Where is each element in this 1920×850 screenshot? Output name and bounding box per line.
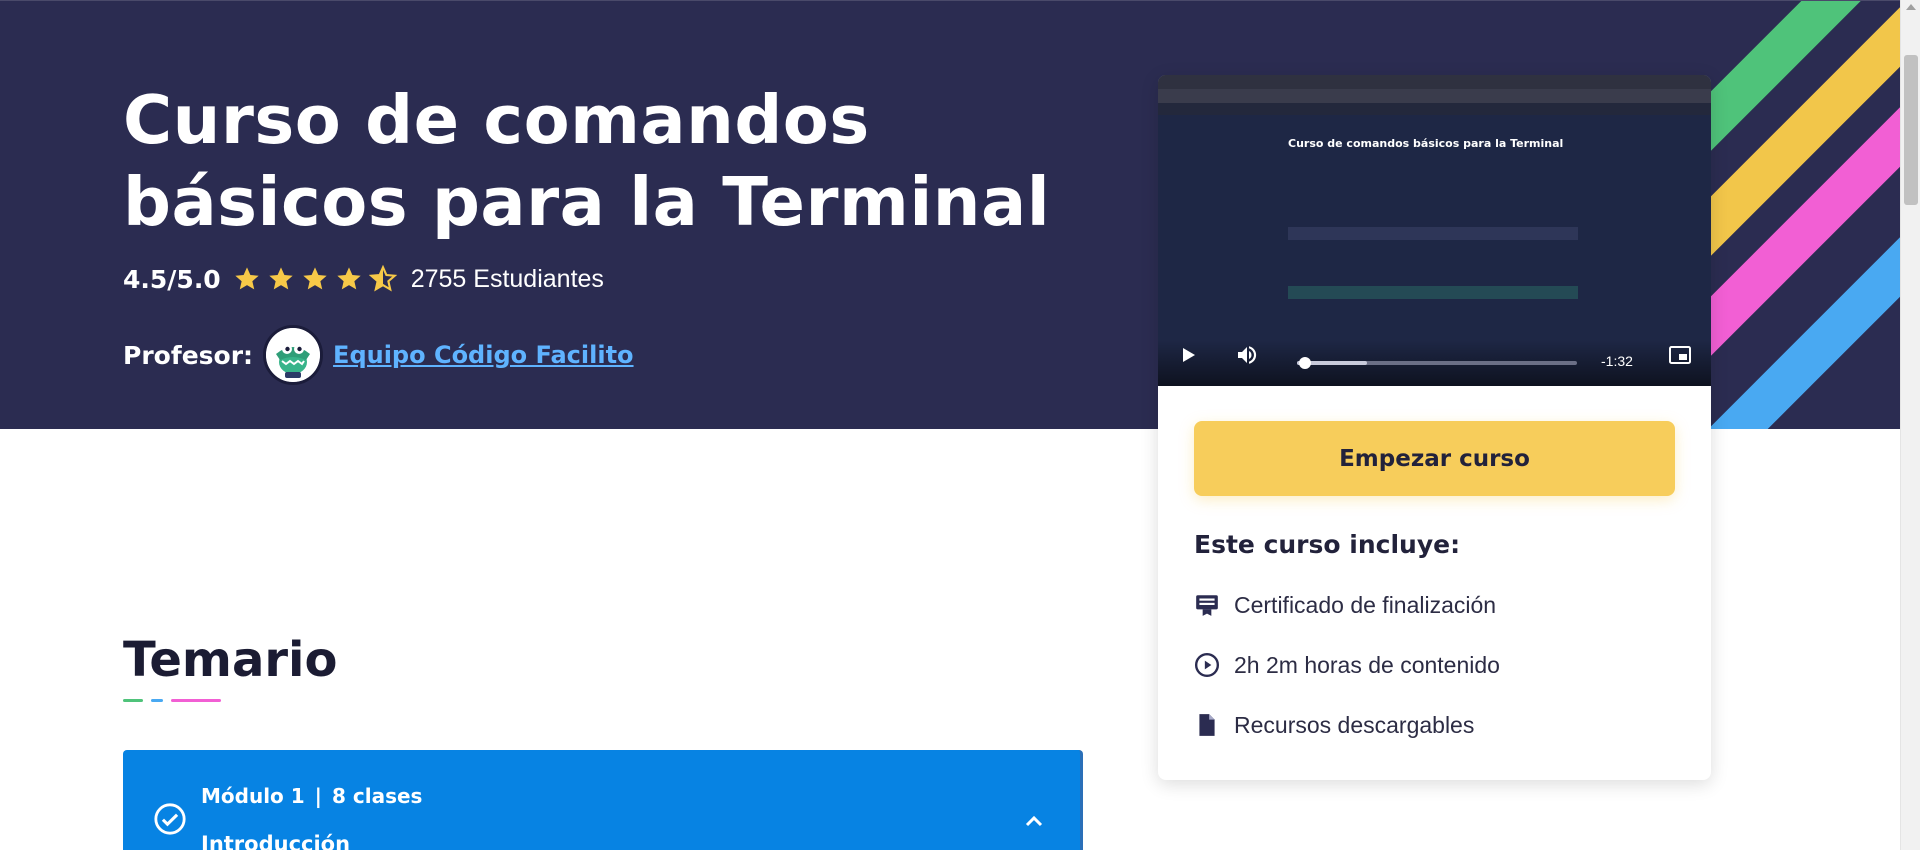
video-inner-title: Curso de comandos básicos para la Termin…: [1288, 137, 1564, 150]
underline-green: [123, 699, 143, 702]
module-classes: 8 clases: [331, 784, 423, 808]
include-item: Recursos descargables: [1194, 709, 1474, 741]
students-count: 2755 Estudiantes: [410, 264, 604, 293]
professor-row: Profesor: Equipo Código Facilito: [123, 325, 634, 385]
include-label: 2h 2m horas de contenido: [1234, 651, 1500, 678]
video-player[interactable]: Curso de comandos básicos para la Termin…: [1158, 75, 1711, 386]
play-icon[interactable]: [1176, 343, 1200, 367]
star-icon: [269, 267, 293, 290]
course-title: Curso de comandos básicos para la Termin…: [123, 81, 1051, 241]
star-half-icon: [368, 265, 397, 292]
video-inner-row: [1288, 227, 1578, 240]
star-icon: [303, 267, 327, 290]
video-browser-tabbar: [1158, 75, 1711, 89]
crocodile-mascot-icon: [266, 328, 321, 382]
video-inner-row: [1288, 248, 1578, 261]
chevron-up-icon[interactable]: [1022, 810, 1046, 834]
video-time-remaining: -1:32: [1601, 353, 1633, 369]
include-item: Certificado de finalización: [1194, 589, 1496, 621]
video-inner-row: [1288, 324, 1578, 337]
course-card: Curso de comandos básicos para la Termin…: [1158, 75, 1711, 780]
video-browser-addressbar: [1158, 89, 1711, 103]
syllabus-title: Temario: [123, 632, 338, 688]
picture-in-picture-icon[interactable]: [1668, 343, 1692, 367]
syllabus-title-underline: [123, 699, 221, 703]
module-separator: |: [314, 784, 322, 808]
check-circle-icon: [154, 803, 186, 835]
underline-pink: [171, 699, 221, 702]
rating-stars: [233, 265, 397, 293]
underline-blue: [151, 699, 163, 702]
module-heading: Módulo 1 | 8 clases: [201, 784, 422, 808]
video-progress-bar[interactable]: [1297, 357, 1577, 369]
play-circle-icon: [1194, 652, 1220, 678]
video-site-navbar: [1158, 103, 1711, 115]
includes-title: Este curso incluye:: [1194, 530, 1461, 559]
include-label: Certificado de finalización: [1234, 591, 1497, 618]
rating-value: 4.5/5.0: [123, 264, 221, 294]
file-icon: [1199, 714, 1215, 736]
star-icon: [235, 267, 259, 290]
certificate-icon: [1196, 595, 1218, 616]
include-label: Recursos descargables: [1234, 711, 1475, 738]
professor-avatar[interactable]: [263, 325, 324, 385]
scroll-up-arrow-icon[interactable]: [1906, 4, 1916, 10]
rating-row: 4.5/5.0 2755 Estudiantes: [123, 259, 604, 299]
start-course-button[interactable]: Empezar curso: [1194, 421, 1675, 496]
volume-icon[interactable]: [1235, 343, 1259, 367]
professor-label: Profesor:: [123, 340, 254, 370]
module-accordion-header[interactable]: Módulo 1 | 8 clases Introducción: [123, 750, 1083, 850]
video-inner-row: [1288, 267, 1578, 280]
scrollbar-thumb[interactable]: [1904, 55, 1918, 205]
module-name: Introducción: [201, 832, 351, 850]
professor-link[interactable]: Equipo Código Facilito: [333, 341, 634, 369]
video-inner-row: [1288, 305, 1578, 318]
page-scrollbar[interactable]: [1900, 0, 1920, 850]
video-inner-row: [1288, 286, 1578, 299]
module-number: Módulo 1: [201, 784, 305, 808]
include-item: 2h 2m horas de contenido: [1194, 649, 1500, 681]
star-icon: [337, 267, 361, 290]
